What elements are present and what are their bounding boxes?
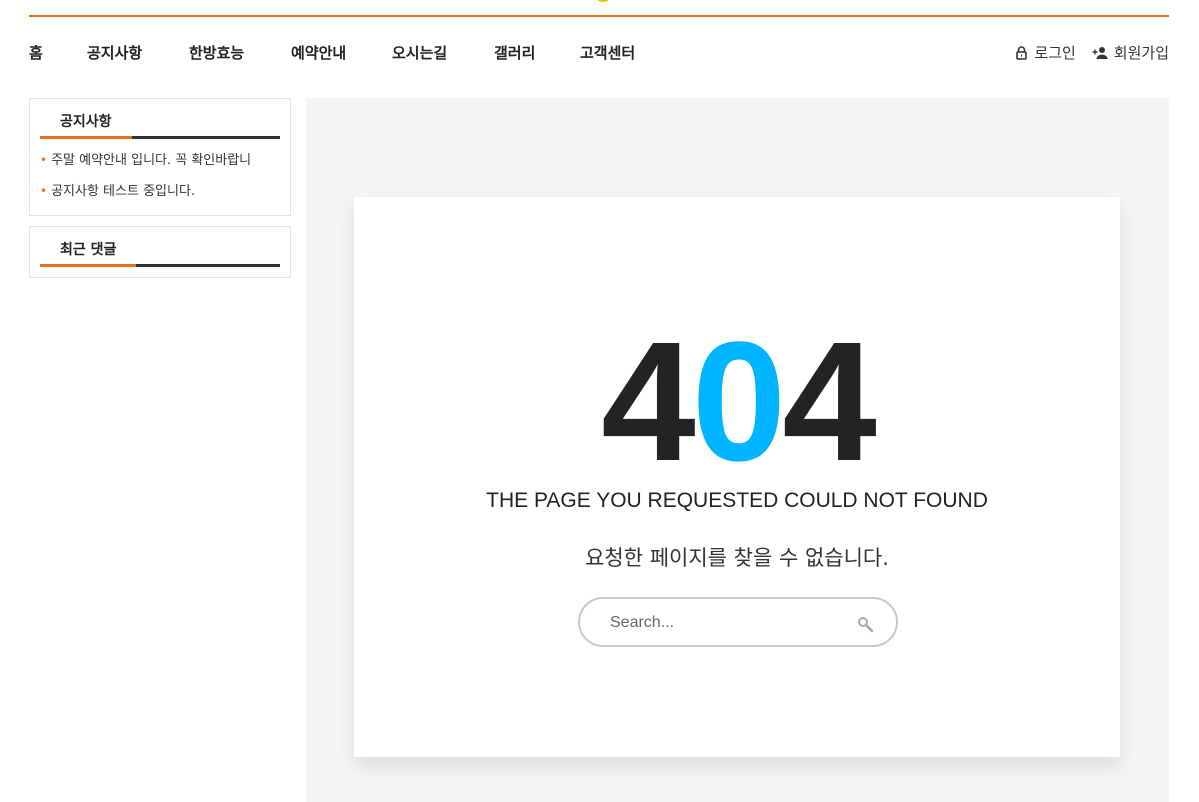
nav-item-directions[interactable]: 오시는길 [392,42,447,63]
comments-widget: 최근 댓글 [29,226,291,278]
comments-widget-title: 최근 댓글 [40,227,280,267]
account-links: 로그인 회원가입 [1015,42,1169,63]
error-card: 404 THE PAGE YOU REQUESTED COULD NOT FOU… [354,197,1120,757]
login-label: 로그인 [1034,44,1076,62]
notice-widget-title: 공지사항 [40,99,280,139]
lock-icon [1016,45,1028,60]
nav-item-home[interactable]: 홈 [29,42,43,63]
signup-link[interactable]: 회원가입 [1092,42,1169,63]
notice-item-label: 공지사항 테스트 중입니다. [51,184,196,199]
notice-item-label: 주말 예약안내 입니다. 꼭 확인바랍니 [51,153,252,168]
nav-item-support[interactable]: 고객센터 [580,42,635,63]
list-item[interactable]: • 주말 예약안내 입니다. 꼭 확인바랍니 [40,145,280,176]
error-digit: 0 [691,307,787,497]
notice-widget: 공지사항 • 주말 예약안내 입니다. 꼭 확인바랍니 • 공지사항 테스트 중입니… [29,98,291,216]
nav-item-notice[interactable]: 공지사항 [87,42,142,63]
header-top-border [29,15,1169,17]
error-message-ko: 요청한 페이지를 찾을 수 없습니다. [585,546,889,570]
title-accent-bar [40,136,132,139]
list-item[interactable]: • 공지사항 테스트 중입니다. [40,176,280,207]
search-icon[interactable] [856,615,876,635]
main-navigation: 홈 공지사항 한방효능 예약안내 오시는길 갤러리 고객센터 로그인 회원가입 [29,32,1169,74]
bullet-icon: • [40,184,48,198]
login-link[interactable]: 로그인 [1015,42,1076,63]
error-code: 404 [354,317,1120,487]
search-box [578,597,898,647]
comments-title: 최근 댓글 [60,242,117,258]
nav-item-reservation[interactable]: 예약안내 [291,42,346,63]
error-message-en: THE PAGE YOU REQUESTED COULD NOT FOUND [486,489,988,512]
notice-title[interactable]: 공지사항 [60,111,112,131]
content-area: 404 THE PAGE YOU REQUESTED COULD NOT FOU… [306,98,1169,802]
title-accent-bar [40,264,136,267]
notice-list: • 주말 예약안내 입니다. 꼭 확인바랍니 • 공지사항 테스트 중입니다. [40,139,280,207]
sidebar: 공지사항 • 주말 예약안내 입니다. 꼭 확인바랍니 • 공지사항 테스트 중입니… [29,98,291,288]
nav-item-gallery[interactable]: 갤러리 [494,42,535,63]
search-input[interactable] [610,611,840,635]
user-plus-icon [1092,46,1108,59]
signup-label: 회원가입 [1113,44,1169,62]
error-digit: 4 [601,307,696,497]
bullet-icon: • [40,153,48,167]
nav-item-benefits[interactable]: 한방효능 [189,42,244,63]
error-digit: 4 [782,307,877,497]
logo-fragment[interactable] [594,0,612,2]
